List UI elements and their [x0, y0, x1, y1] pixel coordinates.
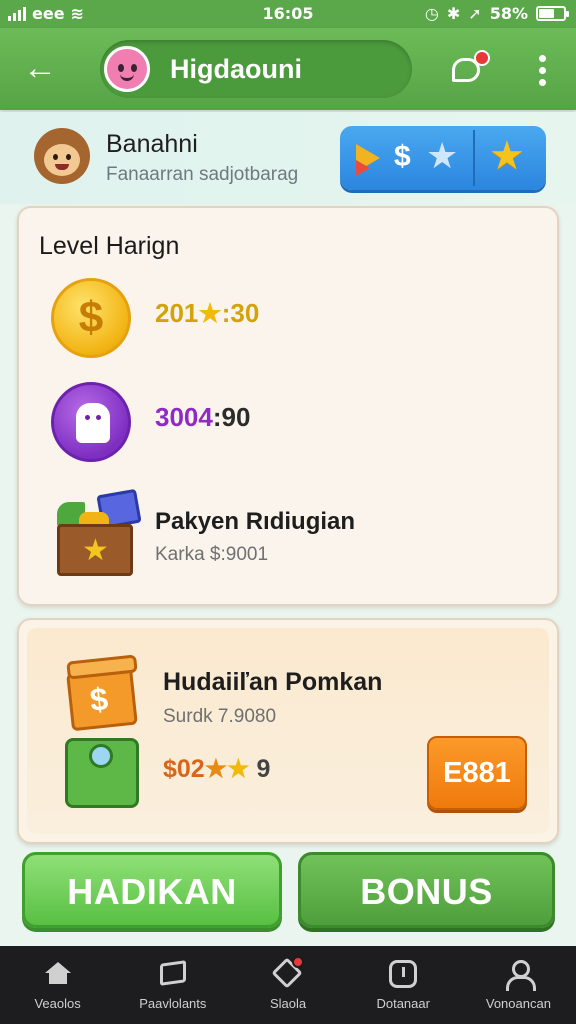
bottom-nav: Veaolos Paavlolants Slaola Dotanaar Vono… — [0, 946, 576, 1024]
treasure-chest-icon[interactable] — [55, 488, 142, 580]
more-menu-button[interactable] — [524, 50, 560, 90]
battery-icon — [536, 6, 569, 21]
star-icon: ★ — [426, 135, 459, 176]
star-icon: ★ — [198, 298, 222, 328]
pack-title[interactable]: Pakyen Rıdiugian — [155, 508, 355, 536]
nav-item-tag[interactable]: Slaola — [230, 946, 345, 1024]
app-title: Higdaouni — [170, 54, 302, 84]
reward-button-group: $ ★ ★ — [340, 126, 546, 190]
bonus-button[interactable]: BONUS — [298, 852, 555, 928]
location-icon: ➚ — [468, 4, 482, 23]
battery-percent: 58% — [489, 4, 528, 23]
bluetooth-icon: ✱ — [446, 4, 461, 23]
play-icon — [356, 144, 380, 176]
notification-dot — [474, 50, 490, 66]
nav-label: Dotanaar — [376, 996, 430, 1011]
pack-subtitle: Karka $:9001 — [155, 544, 269, 565]
star-icon: ★ — [489, 134, 525, 178]
level-title: Level Harign — [39, 232, 180, 260]
gold-coin-value: 201★:30 — [155, 298, 260, 328]
nav-label: Paavlolants — [139, 996, 207, 1011]
more-vertical-icon — [538, 55, 546, 62]
app-bar: ← Higdaouni — [0, 28, 576, 110]
rewards-button[interactable]: $ ★ — [340, 126, 473, 190]
status-right: ◷ ✱ ➚ 58% — [424, 4, 569, 23]
bonus-value: $02★★ 9 — [163, 755, 271, 783]
dollar-icon: $ — [394, 140, 411, 173]
favorite-button[interactable]: ★ — [475, 126, 546, 190]
clock-icon — [389, 960, 418, 988]
bonus-claim-button[interactable]: E881 — [427, 736, 527, 810]
orange-gift-box-icon: $ — [65, 654, 141, 732]
book-icon — [159, 960, 186, 986]
star-icon: ★ — [227, 755, 250, 783]
mascot-icon — [104, 46, 150, 92]
user-icon — [505, 960, 537, 991]
profile-subtitle: Fanaarran sadjotbarag — [106, 164, 299, 185]
purple-gem-value: 3004:90 — [155, 402, 251, 432]
nav-label: Vonoancan — [485, 996, 551, 1011]
star-icon: ★ — [204, 755, 228, 783]
bonus-subtitle: Surdk 7.9080 — [163, 706, 277, 727]
profile-name: Banahni — [106, 130, 198, 158]
home-icon — [44, 962, 71, 984]
purple-gem-icon — [51, 382, 131, 462]
level-card: Level Harign $ 201★:30 3004:90 Pakyen Rı… — [17, 206, 559, 606]
hadikan-button[interactable]: HADIKAN — [22, 852, 282, 928]
gold-coin-icon: $ — [51, 278, 131, 358]
bonus-title: Hudaiiľan Pomkan — [163, 668, 383, 696]
app-title-pill: Higdaouni — [100, 40, 412, 98]
alarm-icon: ◷ — [424, 4, 439, 23]
nav-label: Slaola — [269, 996, 307, 1011]
back-button[interactable]: ← — [18, 48, 62, 92]
green-camera-box-icon — [59, 732, 145, 812]
profile-header: Banahni Fanaarran sadjotbarag $ ★ ★ — [0, 112, 576, 204]
nav-item-clock[interactable]: Dotanaar — [346, 946, 461, 1024]
chat-button[interactable] — [446, 48, 490, 92]
bonus-card: $ Hudaiiľan Pomkan Surdk 7.9080 $02★★ 9 … — [17, 618, 559, 844]
arrow-left-icon: ← — [23, 49, 57, 87]
notification-dot — [292, 956, 304, 968]
nav-item-home[interactable]: Veaolos — [0, 946, 115, 1024]
nav-item-profile[interactable]: Vonoancan — [461, 946, 576, 1024]
bonus-card-inner: $ Hudaiiľan Pomkan Surdk 7.9080 $02★★ 9 … — [27, 628, 549, 834]
status-bar: eee ≋ 16:05 ◷ ✱ ➚ 58% — [0, 0, 576, 28]
nav-item-book[interactable]: Paavlolants — [115, 946, 230, 1024]
avatar[interactable] — [34, 128, 90, 184]
nav-label: Veaolos — [34, 996, 81, 1011]
